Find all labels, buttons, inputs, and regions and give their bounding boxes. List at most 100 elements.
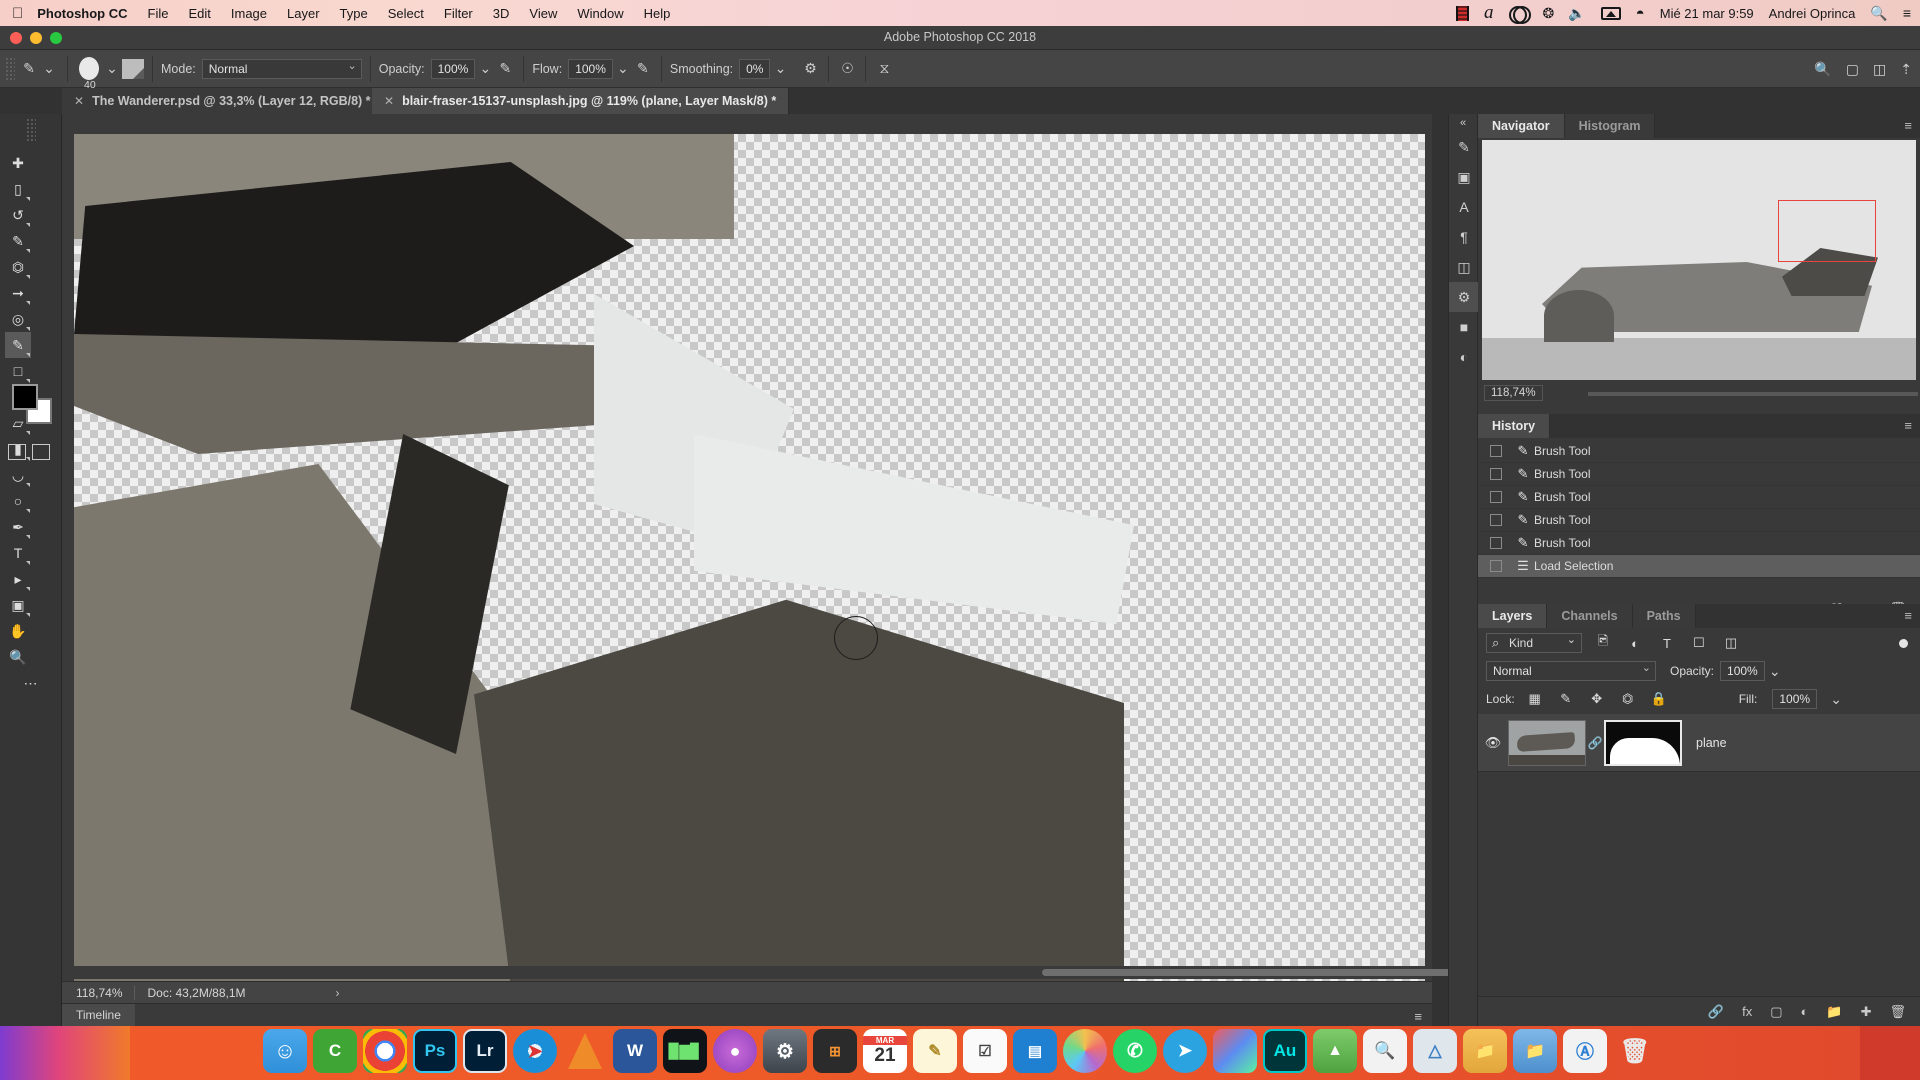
history-item[interactable]: ✎ Brush Tool bbox=[1478, 509, 1920, 532]
filter-type-icon[interactable]: T bbox=[1656, 633, 1678, 653]
scrollbar-thumb[interactable] bbox=[1042, 969, 1472, 976]
history-snapshot-checkbox[interactable] bbox=[1490, 491, 1502, 503]
filter-smart-object-icon[interactable]: ◫ bbox=[1720, 633, 1742, 653]
airplay-icon[interactable] bbox=[1601, 7, 1621, 20]
foreground-color-swatch[interactable] bbox=[12, 384, 38, 410]
document-canvas[interactable] bbox=[74, 134, 1425, 1000]
options-bar-grip[interactable] bbox=[5, 57, 15, 81]
dock-item-bridge[interactable]: ▲ bbox=[1313, 1029, 1357, 1073]
brush-tool-icon[interactable]: ✎ bbox=[19, 59, 39, 79]
history-item[interactable]: ✎ Brush Tool bbox=[1478, 486, 1920, 509]
menu-edit[interactable]: Edit bbox=[188, 6, 210, 21]
filter-adjustment-icon[interactable]: ◐ bbox=[1624, 633, 1646, 653]
canvas-horizontal-scrollbar[interactable] bbox=[62, 966, 1432, 979]
panel-menu-icon[interactable]: ≡ bbox=[1896, 114, 1920, 138]
chevron-right-icon[interactable]: › bbox=[336, 986, 340, 1000]
document-tab-wanderer[interactable]: ✕ The Wanderer.psd @ 33,3% (Layer 12, RG… bbox=[62, 88, 384, 114]
clone-source-icon[interactable]: ▣ bbox=[1449, 162, 1479, 192]
menu-filter[interactable]: Filter bbox=[444, 6, 473, 21]
panel-menu-icon[interactable]: ≡ bbox=[1896, 414, 1920, 438]
navigator-zoom-value[interactable]: 118,74% bbox=[1484, 385, 1543, 401]
adjustments-icon[interactable]: ■ bbox=[1449, 312, 1479, 342]
airbrush-icon[interactable]: ✎ bbox=[633, 59, 653, 79]
navigator-preview[interactable] bbox=[1482, 140, 1916, 380]
panel-menu-icon[interactable]: ≡ bbox=[1896, 604, 1920, 628]
navigator-zoom-slider[interactable] bbox=[1588, 392, 1918, 396]
lock-transparency-icon[interactable]: ▦ bbox=[1524, 689, 1546, 709]
lasso-tool-icon[interactable]: ↺ bbox=[5, 202, 31, 228]
dock-item-app-store[interactable]: Ⓐ bbox=[1563, 1029, 1607, 1073]
menu-type[interactable]: Type bbox=[340, 6, 368, 21]
delete-layer-icon[interactable]: 🗑 bbox=[1889, 1004, 1906, 1020]
path-selection-tool-icon[interactable]: ▸ bbox=[5, 566, 31, 592]
menu-file[interactable]: File bbox=[148, 6, 169, 21]
volume-icon[interactable]: 🔈 bbox=[1568, 5, 1585, 22]
layer-row-plane[interactable]: 👁 🔗 plane bbox=[1478, 714, 1920, 772]
dock-item-downloads[interactable]: 📁 bbox=[1463, 1029, 1507, 1073]
layer-fill-input[interactable]: 100% bbox=[1772, 689, 1817, 709]
layer-style-icon[interactable]: fx bbox=[1742, 1004, 1752, 1019]
menu-view[interactable]: View bbox=[529, 6, 557, 21]
lock-all-icon[interactable]: 🔒 bbox=[1648, 689, 1670, 709]
dock-item-airdrop[interactable]: △ bbox=[1413, 1029, 1457, 1073]
dock-item-audition[interactable]: Au bbox=[1263, 1029, 1307, 1073]
status-zoom-value[interactable]: 118,74% bbox=[76, 986, 122, 1000]
screen-mode-icon[interactable] bbox=[32, 444, 50, 460]
control-center-icon[interactable]: ≡ bbox=[1903, 5, 1912, 21]
dock-item-lightroom[interactable]: Lr bbox=[463, 1029, 507, 1073]
dock-item-calendar[interactable]: MAR 21 bbox=[863, 1029, 907, 1073]
pen-tool-icon[interactable]: ✒ bbox=[5, 514, 31, 540]
add-mask-icon[interactable]: ▢ bbox=[1770, 1004, 1782, 1020]
styles-icon[interactable]: ◐ bbox=[1449, 342, 1479, 372]
opacity-input[interactable]: 100% bbox=[431, 59, 476, 79]
dock-item-keynote[interactable]: ▤ bbox=[1013, 1029, 1057, 1073]
dock-item-colorsync[interactable] bbox=[1213, 1029, 1257, 1073]
pressure-opacity-icon[interactable]: ✎ bbox=[495, 59, 515, 79]
hand-tool-icon[interactable]: ✋ bbox=[5, 618, 31, 644]
tools-panel-grip[interactable] bbox=[26, 118, 36, 142]
history-item[interactable]: ✎ Brush Tool bbox=[1478, 532, 1920, 555]
eyedropper-tool-icon[interactable]: ➞ bbox=[5, 280, 31, 306]
smoothing-input[interactable]: 0% bbox=[739, 59, 770, 79]
close-icon[interactable]: ✕ bbox=[74, 94, 84, 108]
search-icon[interactable]: 🔍 bbox=[1870, 5, 1887, 22]
menu-image[interactable]: Image bbox=[231, 6, 267, 21]
type-tool-icon[interactable]: T bbox=[5, 540, 31, 566]
rectangle-tool-icon[interactable]: ▣ bbox=[5, 592, 31, 618]
blur-tool-icon[interactable]: ◡ bbox=[5, 462, 31, 488]
link-layers-icon[interactable]: 🔗 bbox=[1708, 1004, 1724, 1020]
layer-thumbnail-plane[interactable] bbox=[1508, 720, 1586, 766]
dock-item-camtasia[interactable]: C bbox=[313, 1029, 357, 1073]
dock-item-trash[interactable]: 🗑 bbox=[1613, 1029, 1657, 1073]
symmetry-icon[interactable]: ⧖ bbox=[874, 59, 894, 79]
close-icon[interactable]: ✕ bbox=[384, 94, 394, 108]
brush-angle-icon[interactable]: ☉ bbox=[837, 59, 857, 79]
script-a-icon[interactable]: a bbox=[1484, 6, 1494, 20]
history-snapshot-checkbox[interactable] bbox=[1490, 468, 1502, 480]
character-icon[interactable]: A bbox=[1449, 192, 1479, 222]
share-icon[interactable]: ⇡ bbox=[1900, 61, 1912, 78]
document-tab-blair-fraser[interactable]: ✕ blair-fraser-15137-unsplash.jpg @ 119%… bbox=[372, 88, 789, 114]
dock-item-reminders[interactable]: ☑ bbox=[963, 1029, 1007, 1073]
dock-item-finder[interactable]: ☺ bbox=[263, 1029, 307, 1073]
more-tools-icon[interactable]: ⋯ bbox=[5, 670, 56, 696]
crop-tool-icon[interactable]: ⏣ bbox=[5, 254, 31, 280]
workspace-icon[interactable]: ▢ bbox=[1846, 61, 1859, 78]
creative-cloud-icon[interactable] bbox=[1509, 6, 1528, 21]
search-icon[interactable]: 🔍 bbox=[1814, 61, 1831, 78]
tool-preset-chevron-icon[interactable]: ⌄ bbox=[39, 59, 59, 79]
dock-item-notes[interactable]: ✎ bbox=[913, 1029, 957, 1073]
layer-opacity-input[interactable]: 100% bbox=[1720, 661, 1765, 681]
history-snapshot-checkbox[interactable] bbox=[1490, 537, 1502, 549]
flow-input[interactable]: 100% bbox=[568, 59, 613, 79]
quick-mask-icon[interactable] bbox=[8, 444, 26, 460]
menu-layer[interactable]: Layer bbox=[287, 6, 320, 21]
menu-window[interactable]: Window bbox=[577, 6, 623, 21]
tab-history[interactable]: History bbox=[1478, 414, 1550, 438]
zoom-tool-icon[interactable]: 🔍 bbox=[5, 644, 31, 670]
navigator-view-box[interactable] bbox=[1778, 200, 1876, 262]
lock-artboard-icon[interactable]: ⏣ bbox=[1617, 689, 1639, 709]
tab-layers[interactable]: Layers bbox=[1478, 604, 1547, 628]
menu-select[interactable]: Select bbox=[388, 6, 424, 21]
layer-blend-mode-select[interactable]: Normal bbox=[1486, 661, 1656, 681]
